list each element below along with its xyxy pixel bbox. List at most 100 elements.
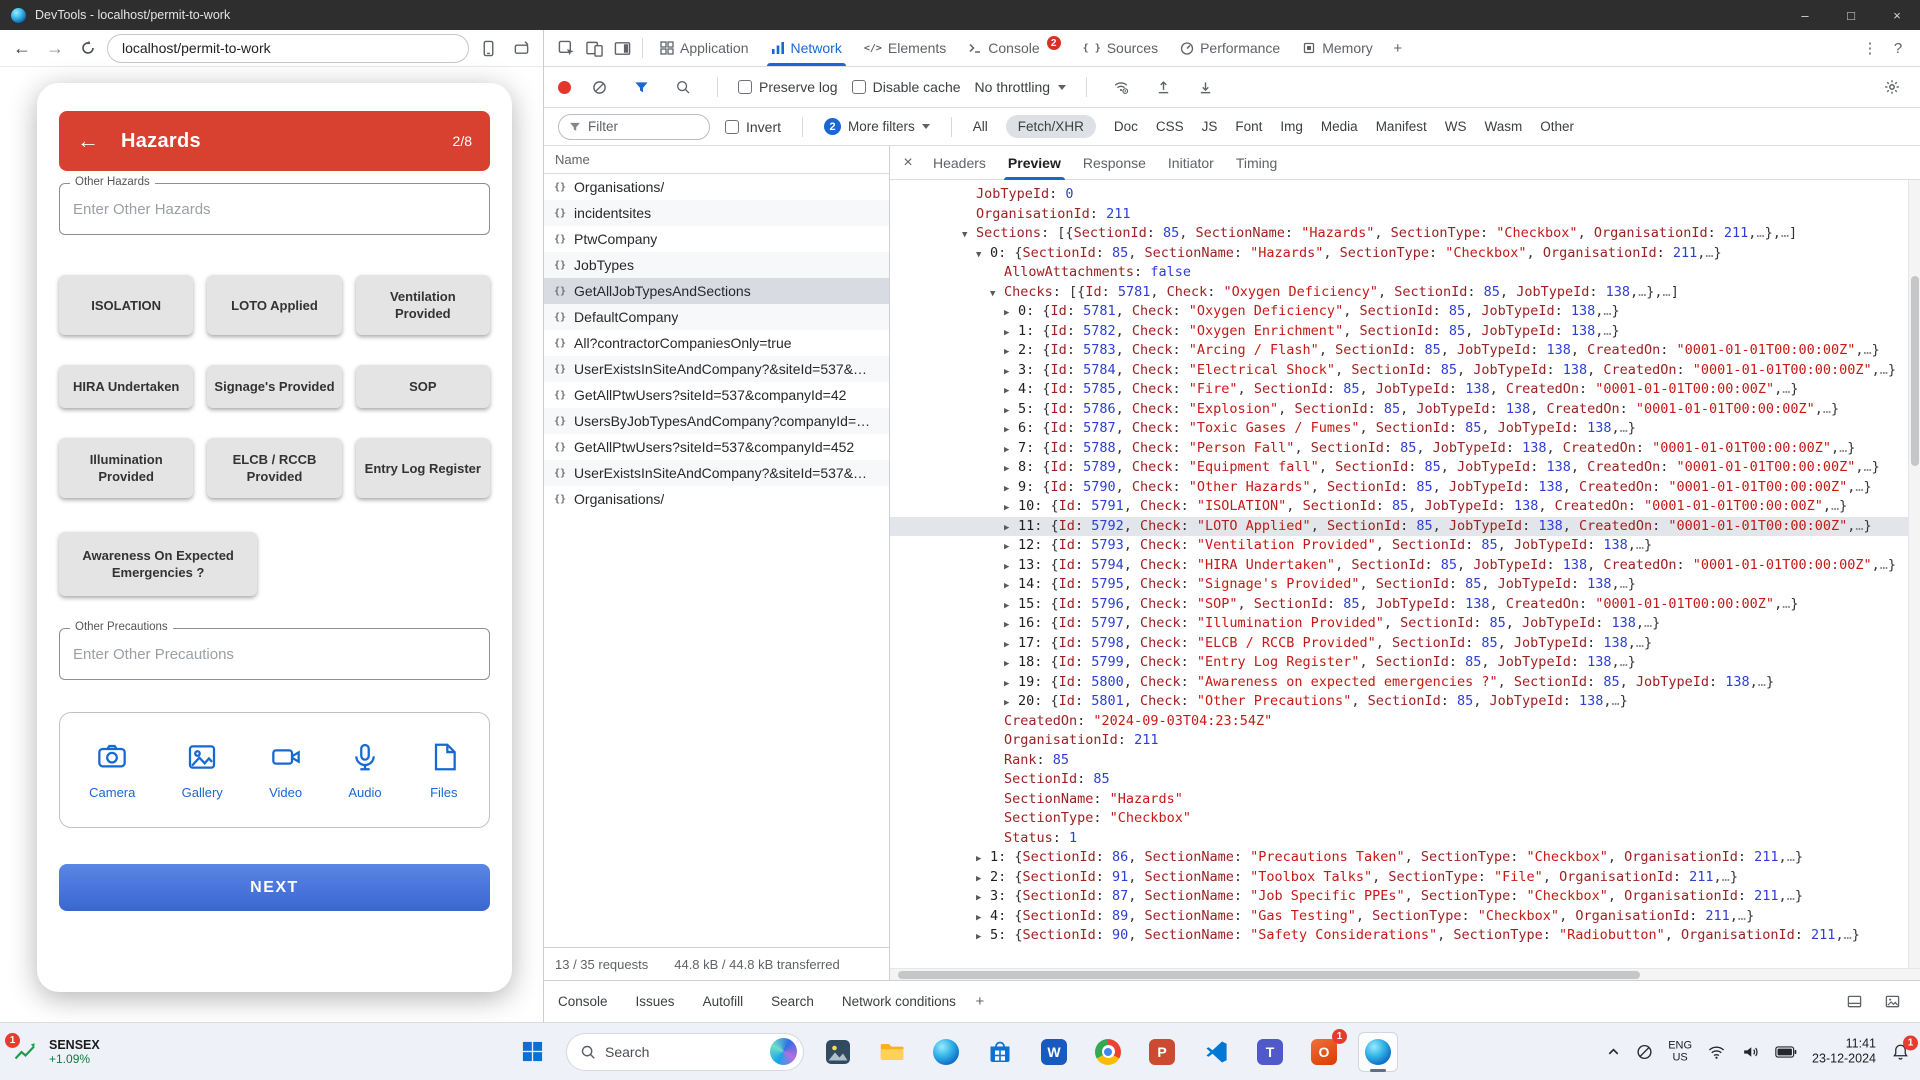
preview-tree-row[interactable]: ▶17: {Id: 5798, Check: "ELCB / RCCB Prov… bbox=[890, 634, 1920, 654]
devtools-tab-network[interactable]: Network bbox=[760, 30, 853, 66]
do-not-disturb-icon[interactable] bbox=[1636, 1043, 1653, 1060]
clear-icon[interactable] bbox=[585, 74, 613, 101]
back-button[interactable]: ← bbox=[8, 34, 36, 62]
preview-tree-row[interactable]: ▶5: {Id: 5786, Check: "Explosion", Secti… bbox=[890, 400, 1920, 420]
filter-chip-doc[interactable]: Doc bbox=[1114, 115, 1138, 138]
preview-tree-row[interactable]: SectionId: 85 bbox=[890, 770, 1920, 790]
preview-tree-row[interactable]: SectionName: "Hazards" bbox=[890, 790, 1920, 810]
network-request-row[interactable]: {}UserExistsInSiteAndCompany?&siteId=537… bbox=[544, 356, 889, 382]
copilot-icon[interactable] bbox=[770, 1038, 797, 1065]
hazard-button-loto-applied[interactable]: LOTO Applied bbox=[207, 275, 341, 335]
close-detail-icon[interactable]: × bbox=[894, 154, 922, 172]
media-camera-button[interactable]: Camera bbox=[89, 741, 135, 800]
more-options-icon[interactable]: ⋮ bbox=[1856, 35, 1884, 62]
scrollbar-thumb[interactable] bbox=[1911, 276, 1919, 466]
disable-cache-checkbox[interactable]: Disable cache bbox=[852, 79, 961, 95]
drawer-tab-search[interactable]: Search bbox=[771, 994, 814, 1009]
drawer-tab-network-conditions[interactable]: Network conditions bbox=[842, 994, 956, 1009]
export-har-icon[interactable] bbox=[1191, 74, 1219, 101]
record-icon[interactable] bbox=[558, 81, 571, 94]
filter-input[interactable]: Filter bbox=[558, 114, 710, 140]
import-har-icon[interactable] bbox=[1149, 74, 1177, 101]
preview-tree-row[interactable]: ▶16: {Id: 5797, Check: "Illumination Pro… bbox=[890, 614, 1920, 634]
search-icon[interactable] bbox=[669, 74, 697, 101]
preview-tree-row[interactable]: ▶15: {Id: 5796, Check: "SOP", SectionId:… bbox=[890, 595, 1920, 615]
chrome-icon[interactable] bbox=[1088, 1032, 1128, 1072]
file-explorer-icon[interactable] bbox=[872, 1032, 912, 1072]
preview-tree-row[interactable]: ▶4: {Id: 5785, Check: "Fire", SectionId:… bbox=[890, 380, 1920, 400]
vertical-scrollbar[interactable] bbox=[1908, 180, 1920, 968]
tray-chevron-up-icon[interactable] bbox=[1606, 1044, 1621, 1059]
network-request-row[interactable]: {}JobTypes bbox=[544, 252, 889, 278]
photos-icon[interactable] bbox=[818, 1032, 858, 1072]
address-bar[interactable]: localhost/permit-to-work bbox=[107, 34, 469, 63]
preview-tree-row[interactable]: AllowAttachments: false bbox=[890, 263, 1920, 283]
preview-tree-row[interactable]: ▼Checks: [{Id: 5781, Check: "Oxygen Defi… bbox=[890, 283, 1920, 303]
widgets-button[interactable]: 1 SENSEX +1.09% bbox=[12, 1038, 100, 1066]
detail-tab-headers[interactable]: Headers bbox=[922, 146, 997, 180]
devtools-tab-sources[interactable]: { }Sources bbox=[1072, 30, 1169, 66]
preview-tree-row[interactable]: ▼Sections: [{SectionId: 85, SectionName:… bbox=[890, 224, 1920, 244]
preview-tree-row[interactable]: ▶8: {Id: 5789, Check: "Equipment fall", … bbox=[890, 458, 1920, 478]
network-request-row[interactable]: {}Organisations/ bbox=[544, 174, 889, 200]
other-precautions-field[interactable]: Other Precautions Enter Other Precaution… bbox=[59, 628, 490, 680]
network-request-row[interactable]: {}GetAllPtwUsers?siteId=537&companyId=42 bbox=[544, 382, 889, 408]
filter-toggle-icon[interactable] bbox=[627, 74, 655, 101]
preview-tree-row[interactable]: ▶18: {Id: 5799, Check: "Entry Log Regist… bbox=[890, 653, 1920, 673]
drawer-tab-issues[interactable]: Issues bbox=[636, 994, 675, 1009]
network-request-row[interactable]: {}GetAllJobTypesAndSections bbox=[544, 278, 889, 304]
filter-chip-img[interactable]: Img bbox=[1280, 115, 1303, 138]
network-request-row[interactable]: {}incidentsites bbox=[544, 200, 889, 226]
detail-tab-preview[interactable]: Preview bbox=[997, 146, 1072, 180]
hazard-button-elcb-rccb-provided[interactable]: ELCB / RCCB Provided bbox=[207, 438, 341, 498]
devtools-tab-console[interactable]: Console2 bbox=[957, 30, 1071, 66]
drawer-tab-autofill[interactable]: Autofill bbox=[703, 994, 744, 1009]
network-request-row[interactable]: {}GetAllPtwUsers?siteId=537&companyId=45… bbox=[544, 434, 889, 460]
vscode-icon[interactable] bbox=[1196, 1032, 1236, 1072]
taskbar-search[interactable]: Search bbox=[566, 1033, 804, 1071]
hazard-button-awareness[interactable]: Awareness On Expected Emergencies ? bbox=[59, 532, 257, 596]
dock-panel-icon[interactable] bbox=[1840, 988, 1868, 1015]
preview-tree-row[interactable]: ▶1: {SectionId: 86, SectionName: "Precau… bbox=[890, 848, 1920, 868]
preview-tree-row[interactable]: ▶3: {Id: 5784, Check: "Electrical Shock"… bbox=[890, 361, 1920, 381]
rotate-device-icon[interactable] bbox=[507, 34, 535, 62]
network-request-row[interactable]: {}All?contractorCompaniesOnly=true bbox=[544, 330, 889, 356]
preview-tree-row[interactable]: ▶4: {SectionId: 89, SectionName: "Gas Te… bbox=[890, 907, 1920, 927]
teams-icon[interactable]: T bbox=[1250, 1032, 1290, 1072]
preview-tree-row[interactable]: ▶13: {Id: 5794, Check: "HIRA Undertaken"… bbox=[890, 556, 1920, 576]
close-button[interactable]: × bbox=[1874, 0, 1920, 30]
edge-browser-active-icon[interactable] bbox=[1358, 1032, 1398, 1072]
filter-chip-other[interactable]: Other bbox=[1540, 115, 1574, 138]
hazard-button-isolation[interactable]: ISOLATION bbox=[59, 275, 193, 335]
network-request-row[interactable]: {}DefaultCompany bbox=[544, 304, 889, 330]
battery-icon[interactable] bbox=[1775, 1045, 1797, 1058]
devtools-tab-performance[interactable]: Performance bbox=[1169, 30, 1291, 66]
hazard-button-ventilation-provided[interactable]: Ventilation Provided bbox=[356, 275, 490, 335]
preview-tree-row[interactable]: ▶5: {SectionId: 90, SectionName: "Safety… bbox=[890, 926, 1920, 946]
hazard-button-sop[interactable]: SOP bbox=[356, 365, 490, 408]
microsoft-store-icon[interactable] bbox=[980, 1032, 1020, 1072]
media-gallery-button[interactable]: Gallery bbox=[182, 741, 223, 800]
preview-tree-row[interactable]: ▶12: {Id: 5793, Check: "Ventilation Prov… bbox=[890, 536, 1920, 556]
detail-tab-response[interactable]: Response bbox=[1072, 146, 1157, 180]
filter-chip-font[interactable]: Font bbox=[1235, 115, 1262, 138]
preview-tree-row[interactable]: Status: 1 bbox=[890, 829, 1920, 849]
preview-tree-row[interactable]: ▶1: {Id: 5782, Check: "Oxygen Enrichment… bbox=[890, 322, 1920, 342]
start-button[interactable] bbox=[512, 1032, 552, 1072]
preview-tree-row[interactable]: ▶3: {SectionId: 87, SectionName: "Job Sp… bbox=[890, 887, 1920, 907]
preview-tree-row[interactable]: ▶19: {Id: 5800, Check: "Awareness on exp… bbox=[890, 673, 1920, 693]
powerpoint-icon[interactable]: P bbox=[1142, 1032, 1182, 1072]
hazard-button-hira-undertaken[interactable]: HIRA Undertaken bbox=[59, 365, 193, 408]
preview-tree-row[interactable]: ▶7: {Id: 5788, Check: "Person Fall", Sec… bbox=[890, 439, 1920, 459]
other-hazards-field[interactable]: Other Hazards Enter Other Hazards bbox=[59, 183, 490, 235]
preview-tree-row[interactable]: ▼0: {SectionId: 85, SectionName: "Hazard… bbox=[890, 244, 1920, 264]
preview-tree-row[interactable]: OrganisationId: 211 bbox=[890, 731, 1920, 751]
dock-side-icon[interactable] bbox=[608, 35, 636, 62]
filter-chip-fetch-xhr[interactable]: Fetch/XHR bbox=[1006, 115, 1096, 138]
reload-button[interactable] bbox=[74, 34, 102, 62]
preview-tree-row[interactable]: JobTypeId: 0 bbox=[890, 185, 1920, 205]
more-filters-button[interactable]: 2 More filters bbox=[824, 118, 930, 135]
devtools-tab-elements[interactable]: </>Elements bbox=[853, 30, 957, 66]
devtools-tab-application[interactable]: Application bbox=[649, 30, 760, 66]
network-request-row[interactable]: {}UserExistsInSiteAndCompany?&siteId=537… bbox=[544, 460, 889, 486]
